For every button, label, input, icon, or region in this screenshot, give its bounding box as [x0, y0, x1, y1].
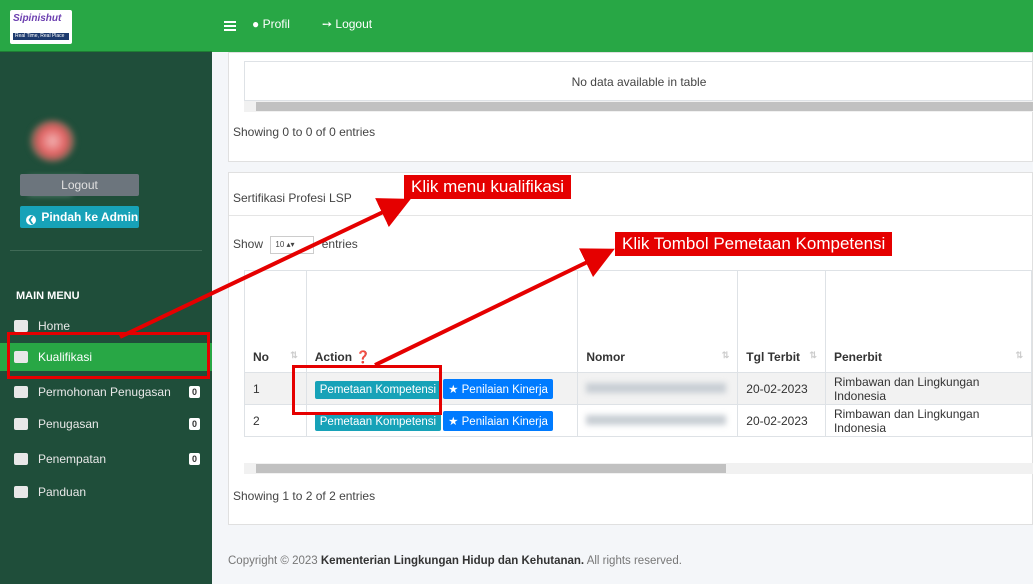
logo-tagline: Real Time, Real Place: [13, 33, 69, 40]
column-header-action: Action ❓: [305, 270, 579, 373]
entries-select-value: 10: [275, 240, 285, 249]
horizontal-scrollbar[interactable]: [244, 101, 1033, 112]
entries-select[interactable]: 10 ▴▾: [270, 236, 315, 254]
callout-klik-menu-kualifikasi: Klik menu kualifikasi: [404, 175, 572, 199]
computer-icon: [14, 453, 28, 465]
table-header-row: No ⇅ Action ❓ Nomor ⇅ Tgl Terbit ⇅ Pener…: [244, 270, 1033, 373]
penilaian-kinerja-button[interactable]: ★ Penilaian Kinerja: [443, 378, 553, 399]
scrollbar-thumb[interactable]: [256, 464, 726, 473]
user-icon: ●: [252, 17, 260, 31]
switch-admin-button[interactable]: ❮ Pindah ke Admin: [20, 206, 139, 228]
arrow-left-circle-icon: ❮: [26, 215, 36, 225]
logout-label: Logout: [335, 17, 373, 31]
nomor-blurred: [586, 414, 727, 425]
award-icon: ★: [448, 383, 459, 396]
sidebar-divider: [10, 250, 202, 251]
top-navbar: ● Profil ➙ Logout: [212, 0, 1033, 52]
help-icon[interactable]: ❓: [355, 350, 370, 364]
envelope-icon: [14, 386, 28, 398]
callout-klik-tombol-pemetaan: Klik Tombol Pemetaan Kompetensi: [615, 232, 893, 256]
header-label: Nomor: [586, 350, 625, 364]
column-header-nomor[interactable]: Nomor ⇅: [577, 270, 739, 373]
sign-out-icon: ➙: [322, 17, 333, 31]
count-badge: 0: [188, 386, 200, 398]
show-label: Show: [233, 237, 264, 252]
card-title: Sertifikasi Profesi LSP: [233, 191, 352, 205]
header-label: Penerbit: [833, 350, 882, 364]
card-divider: [229, 215, 1033, 216]
footer-rights: All rights reserved.: [586, 555, 682, 567]
sidebar-item-penempatan[interactable]: Penempatan 0: [0, 445, 212, 473]
avatar: [30, 120, 75, 162]
logo-text: Sipinishut: [13, 13, 62, 24]
count-badge: 0: [188, 453, 200, 465]
switch-admin-label: Pindah ke Admin: [41, 210, 139, 224]
sidebar-item-label: Penugasan: [38, 417, 99, 431]
sidebar: Sipinishut Real Time, Real Place Logout …: [0, 0, 212, 584]
sort-icon: ⇅: [1015, 350, 1023, 360]
sidebar-item-label: Panduan: [38, 485, 87, 499]
cell-tgl-terbit: 20-02-2023: [737, 372, 826, 405]
table-info: Showing 1 to 2 of 2 entries: [233, 489, 376, 503]
header-label: Tgl Terbit: [746, 350, 801, 364]
sidebar-item-penugasan[interactable]: Penugasan 0: [0, 410, 212, 438]
footer-copyright: Copyright © 2023: [228, 555, 318, 567]
cell-nomor: [577, 404, 739, 437]
show-entries-control: Show 10 ▴▾ entries: [233, 236, 358, 254]
app-logo: Sipinishut Real Time, Real Place: [10, 10, 72, 44]
column-header-penerbit[interactable]: Penerbit ⇅: [824, 270, 1033, 373]
penilaian-kinerja-label: Penilaian Kinerja: [461, 383, 548, 396]
horizontal-scrollbar[interactable]: [244, 463, 1033, 474]
book-icon: [14, 486, 28, 498]
sidebar-logout-button[interactable]: Logout: [20, 174, 139, 196]
hamburger-menu-icon[interactable]: [224, 21, 236, 31]
scrollbar-thumb[interactable]: [256, 102, 1033, 111]
award-icon: ★: [448, 415, 459, 428]
briefcase-icon: [14, 418, 28, 430]
footer: Copyright © 2023 Kementerian Lingkungan …: [228, 555, 682, 567]
sidebar-item-label: Penempatan: [38, 452, 107, 466]
profil-link[interactable]: ● Profil: [252, 17, 290, 31]
table-info: Showing 0 to 0 of 0 entries: [233, 125, 376, 139]
penilaian-kinerja-label: Penilaian Kinerja: [461, 415, 548, 428]
header-label: No: [253, 350, 269, 364]
sort-icon: ⇅: [809, 350, 817, 360]
column-header-no[interactable]: No ⇅: [244, 270, 307, 373]
sidebar-item-permohonan-penugasan[interactable]: Permohonan Penugasan 0: [0, 378, 212, 406]
home-icon: [14, 320, 28, 332]
header-label: Action: [314, 350, 353, 364]
column-header-tgl-terbit[interactable]: Tgl Terbit ⇅: [737, 270, 826, 373]
cell-penerbit: Rimbawan dan Lingkungan Indonesia: [824, 372, 1033, 405]
no-data-message: No data available in table: [244, 61, 1033, 101]
sidebar-item-label: Home: [38, 319, 71, 333]
sidebar-item-label: Permohonan Penugasan: [38, 385, 171, 399]
main-menu-header: MAIN MENU: [16, 290, 80, 302]
cell-tgl-terbit: 20-02-2023: [737, 404, 826, 437]
count-badge: 0: [188, 418, 200, 430]
cell-nomor: [577, 372, 739, 405]
penilaian-kinerja-button[interactable]: ★ Penilaian Kinerja: [443, 410, 553, 431]
sort-icon: ⇅: [721, 350, 730, 360]
highlight-pemetaan-kompetensi: [292, 365, 442, 415]
entries-label: entries: [321, 237, 358, 252]
footer-org-link[interactable]: Kementerian Lingkungan Hidup dan Kehutan…: [321, 555, 584, 567]
sidebar-item-panduan[interactable]: Panduan: [0, 478, 212, 506]
card-empty-table: No data available in table Showing 0 to …: [228, 52, 1033, 162]
card-sertifikasi: Sertifikasi Profesi LSP Show 10 ▴▾ entri…: [228, 172, 1033, 525]
highlight-kualifikasi: [7, 332, 210, 379]
pemetaan-kompetensi-button[interactable]: Pemetaan Kompetensi: [314, 412, 442, 431]
cell-penerbit: Rimbawan dan Lingkungan Indonesia: [824, 404, 1033, 437]
sort-icon: ⇅: [290, 350, 298, 360]
brand[interactable]: Sipinishut Real Time, Real Place: [0, 0, 212, 52]
topbar-logout-link[interactable]: ➙ Logout: [322, 17, 372, 31]
nomor-blurred: [586, 382, 727, 393]
profil-label: Profil: [262, 17, 290, 31]
